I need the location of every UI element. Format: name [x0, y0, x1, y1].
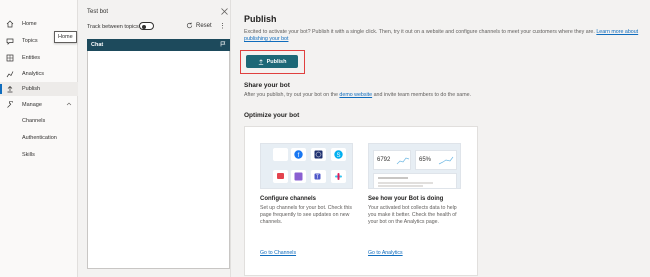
chat-body[interactable] — [87, 51, 230, 269]
optimize-title: Optimize your bot — [244, 112, 300, 119]
card-description: Your activated bot collects data to help… — [368, 205, 457, 225]
stat-value: 65% — [419, 157, 432, 163]
nav-item-label: Home — [22, 21, 37, 27]
nav-item-analytics[interactable]: Analytics — [0, 67, 78, 81]
publish-main: Publish Excited to activate your bot? Pu… — [232, 0, 650, 277]
nav-item-label: Skills — [22, 152, 35, 158]
close-icon[interactable] — [220, 7, 229, 16]
skype-icon: S — [331, 148, 346, 161]
analytics-illustration: 6792 65% — [368, 143, 461, 189]
nav-item-authentication[interactable]: Authentication — [0, 131, 78, 145]
nav-item-label: Publish — [22, 86, 41, 92]
bot-performance-card: 6792 65% See how your Bot is doing Your … — [368, 143, 461, 273]
analytics-icon — [6, 70, 14, 78]
share-before: After you publish, try out your bot on t… — [244, 92, 338, 98]
configure-channels-card: f S T Configure channels Set up channels… — [260, 143, 353, 273]
reset-button[interactable]: Reset — [186, 22, 212, 29]
page-title: Publish — [244, 14, 277, 24]
facebook-icon: f — [291, 148, 306, 161]
stat-card: 6792 — [373, 150, 411, 170]
chat-app-icon — [273, 170, 288, 183]
card-description: Set up channels for your bot. Check this… — [260, 205, 352, 225]
publish-button[interactable]: Publish — [246, 55, 298, 68]
test-bot-panel: Test bot Track between topics Reset ⋮ Ch… — [79, 0, 231, 277]
teams-icon: T — [311, 170, 326, 183]
svg-text:S: S — [336, 153, 340, 159]
nav-item-label: Manage — [22, 102, 42, 108]
chart-card — [373, 173, 457, 188]
nav-item-label: Topics — [22, 38, 38, 44]
channels-illustration: f S T — [260, 143, 353, 189]
nav-item-skills[interactable]: Skills — [0, 148, 78, 162]
stat-value: 6792 — [377, 157, 391, 163]
track-topics-label: Track between topics — [87, 24, 139, 30]
nav-item-entities[interactable]: Entities — [0, 51, 78, 65]
publish-intro: Excited to activate your bot? Publish it… — [244, 29, 648, 43]
refresh-icon — [186, 22, 193, 29]
nav-item-label: Authentication — [22, 135, 57, 141]
nav-item-label: Entities — [22, 55, 41, 61]
flag-icon[interactable] — [220, 41, 226, 49]
nav-item-label: Channels — [22, 118, 46, 124]
more-options-icon[interactable]: ⋮ — [219, 22, 226, 30]
chat-label: Chat — [91, 42, 104, 48]
share-after: and invite team members to do the same. — [373, 92, 472, 98]
topics-icon — [6, 37, 14, 45]
reset-label: Reset — [196, 22, 212, 29]
intro-text: Excited to activate your bot? Publish it… — [244, 29, 595, 35]
entities-icon — [6, 54, 14, 62]
blank-tile-icon — [273, 148, 288, 161]
demo-website-link[interactable]: demo website — [339, 92, 372, 98]
stat-card: 65% — [415, 150, 457, 170]
share-text: After you publish, try out your bot on t… — [244, 92, 471, 98]
nav-item-manage[interactable]: Manage — [0, 98, 78, 112]
home-icon — [6, 20, 14, 28]
nav-item-label: Analytics — [22, 71, 45, 77]
go-to-analytics-link[interactable]: Go to Analytics — [368, 250, 403, 256]
svg-text:T: T — [316, 174, 319, 180]
nav-item-home[interactable]: Home — [0, 17, 78, 31]
card-title: Configure channels — [260, 196, 317, 202]
upload-icon — [258, 58, 264, 65]
go-to-channels-link[interactable]: Go to Channels — [260, 250, 296, 256]
card-title: See how your Bot is doing — [368, 196, 444, 202]
track-topics-toggle[interactable] — [139, 22, 154, 30]
slack-icon — [331, 170, 346, 183]
publish-label: Publish — [266, 58, 287, 65]
left-nav: Home Topics Entities Analytics Publish M… — [0, 0, 78, 277]
gallery-icon — [291, 170, 306, 183]
share-title: Share your bot — [244, 82, 290, 89]
chat-header: Chat — [87, 39, 230, 51]
globe-icon — [311, 148, 326, 161]
optimize-cards: f S T Configure channels Set up channels… — [244, 126, 478, 276]
tooltip: Home — [54, 31, 77, 43]
publish-icon — [6, 85, 14, 93]
chevron-up-icon — [66, 101, 72, 109]
manage-icon — [6, 101, 14, 109]
test-bot-title: Test bot — [87, 9, 109, 15]
nav-item-channels[interactable]: Channels — [0, 114, 78, 128]
nav-item-publish[interactable]: Publish — [0, 82, 78, 96]
